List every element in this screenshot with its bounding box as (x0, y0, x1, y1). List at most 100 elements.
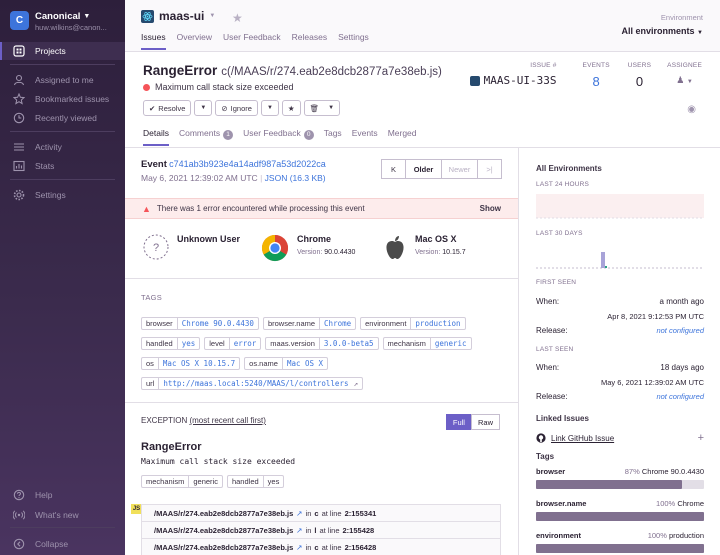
sidebar: C Canonical ▼ huw.wilkins@canon... Projec… (0, 0, 125, 555)
sidebar-item-label: What's new (35, 510, 79, 520)
sidebar-item-label: Activity (35, 142, 62, 152)
project-selector[interactable]: maas-ui ▼ (141, 9, 215, 23)
tab-merged[interactable]: Merged (388, 128, 417, 146)
resolve-button[interactable]: ✔ Resolve (143, 100, 192, 116)
tag-distribution-item[interactable]: browser 87% Chrome 90.0.4430 (536, 467, 704, 489)
stacktrace: /MAAS/r/274.eab2e8dcb2877a7e38eb.js ↗ in c a… (141, 504, 501, 555)
sidebar-item-recent[interactable]: Recently viewed (0, 109, 125, 127)
tab-events[interactable]: Events (352, 128, 378, 146)
tab-settings[interactable]: Settings (338, 32, 369, 50)
tag-percent: 100% (647, 531, 667, 540)
tag-row: handled yes level error maas.version 3.0.0-… (141, 337, 472, 350)
sidebar-item-help[interactable]: Help (0, 486, 125, 504)
tab-overview[interactable]: Overview (177, 32, 212, 50)
assignee-selector[interactable]: ASSIGNEE ♟ ▼ (661, 62, 708, 89)
last-30-days-graph (536, 252, 704, 269)
sidebar-item-assigned[interactable]: Assigned to me (0, 71, 125, 89)
sidebar-item-settings[interactable]: Settings (0, 186, 125, 204)
tag-os-name[interactable]: os.name Mac OS X (244, 357, 329, 370)
sidebar-item-label: Projects (35, 46, 66, 56)
sidebar-item-activity[interactable]: Activity (0, 138, 125, 156)
sidebar-item-stats[interactable]: Stats (0, 157, 125, 175)
sidebar-item-bookmarked[interactable]: Bookmarked issues (0, 90, 125, 108)
chevron-down-icon: ▼ (200, 105, 207, 111)
github-icon (536, 433, 546, 443)
issue-culprit: c(/MAAS/r/274.eab2e8dcb2877a7e38eb.js) (221, 66, 442, 78)
event-id-link[interactable]: c741ab3b923e4a14adf987a53d2022ca (169, 159, 326, 169)
sidebar-item-projects[interactable]: Projects (0, 42, 125, 60)
tag-distribution-item[interactable]: environment 100% production (536, 531, 704, 553)
sidebar-divider (10, 527, 115, 528)
last-24-hours-label: LAST 24 HOURS (536, 181, 590, 188)
tags-sidebar-heading: Tags (536, 452, 555, 461)
tag-key: environment (536, 531, 582, 540)
event-label: Event (141, 159, 167, 170)
raw-button[interactable]: Raw (470, 414, 500, 430)
section-divider (125, 278, 518, 279)
org-user: huw.wilkins@canon... (35, 23, 107, 32)
newest-button[interactable]: >| (477, 159, 502, 179)
tag-maas-version[interactable]: maas.version 3.0.0-beta5 (265, 337, 379, 350)
tag-bar-track (536, 480, 704, 489)
stack-frame[interactable]: /MAAS/r/274.eab2e8dcb2877a7e38eb.js ↗ in c a… (142, 539, 500, 555)
tab-issues[interactable]: Issues (141, 32, 166, 50)
tag-bar-fill (536, 480, 683, 489)
tab-user-feedback[interactable]: User Feedback 0 (243, 128, 314, 146)
tab-releases[interactable]: Releases (292, 32, 327, 50)
sidebar-item-label: Recently viewed (35, 113, 97, 123)
chevron-down-icon: ▼ (83, 13, 91, 20)
broadcast-icon (13, 510, 25, 520)
external-link-icon[interactable]: ↗ (296, 509, 302, 518)
oldest-button[interactable]: K (381, 159, 406, 179)
event-json-link[interactable]: JSON (16.3 KB) (265, 173, 326, 183)
show-errors-button[interactable]: Show (480, 204, 501, 213)
last-seen-when: When: 18 days ago (536, 363, 704, 372)
tag-key: browser.name (536, 499, 587, 508)
newer-button[interactable]: Newer (441, 159, 478, 179)
tag-distribution-item[interactable]: browser.name 100% Chrome (536, 499, 704, 521)
sidebar-item-whats-new[interactable]: What's new (0, 506, 125, 524)
tag-browser[interactable]: browser Chrome 90.0.4430 (141, 317, 259, 330)
stack-frame[interactable]: /MAAS/r/274.eab2e8dcb2877a7e38eb.js ↗ in l a… (142, 522, 500, 539)
tag-mechanism[interactable]: mechanism generic (382, 337, 472, 350)
issue-sidebar: All Environments LAST 24 HOURS LAST 30 D… (519, 148, 720, 555)
full-button[interactable]: Full (445, 414, 472, 430)
tag-os[interactable]: os Mac OS X 10.15.7 (141, 357, 241, 370)
issue-message-text: Maximum call stack size exceeded (155, 82, 294, 92)
tag-handled[interactable]: handled yes (141, 337, 201, 350)
tag-row: browser Chrome 90.0.4430 browser.name Chro… (141, 317, 466, 330)
link-github-issue[interactable]: Link GitHub Issue + (536, 432, 704, 444)
older-button[interactable]: Older (405, 159, 442, 179)
org-switcher[interactable]: C Canonical ▼ huw.wilkins@canon... (10, 11, 107, 32)
tag-browser-name[interactable]: browser.name Chrome (262, 317, 357, 330)
tag-environment[interactable]: environment production (360, 317, 466, 330)
ignore-dropdown-button[interactable]: ▼ (260, 100, 279, 116)
browser-version: 90.0.4430 (324, 249, 356, 256)
tag-level[interactable]: level error (204, 337, 262, 350)
delete-button[interactable]: 🗑 ▼ (303, 100, 341, 116)
section-divider (125, 402, 518, 403)
sidebar-collapse-button[interactable]: Collapse (0, 535, 125, 553)
eye-icon[interactable]: ◉ (687, 104, 696, 115)
exception-order-toggle[interactable]: (most recent call first) (189, 416, 265, 425)
environment-selector[interactable]: Environment All environments ▼ (622, 13, 703, 36)
ignore-button[interactable]: ⊘ Ignore (215, 100, 258, 116)
add-icon[interactable]: + (698, 432, 704, 444)
collapse-icon (13, 538, 25, 550)
tag-url[interactable]: url http://maas.local:5240/MAAS/l/control… (141, 377, 363, 390)
tab-details[interactable]: Details (143, 128, 169, 146)
external-link-icon[interactable]: ↗ (353, 379, 358, 388)
tab-comments[interactable]: Comments 1 (179, 128, 234, 146)
events-stat[interactable]: EVENTS 8 (577, 62, 616, 89)
tab-tags[interactable]: Tags (324, 128, 342, 146)
tab-user-feedback[interactable]: User Feedback (223, 32, 281, 50)
external-link-icon[interactable]: ↗ (296, 543, 302, 552)
stack-frame[interactable]: /MAAS/r/274.eab2e8dcb2877a7e38eb.js ↗ in c a… (142, 505, 500, 522)
context-user: ? Unknown User (143, 234, 240, 260)
bookmark-star-icon[interactable]: ★ (232, 11, 243, 25)
external-link-icon[interactable]: ↗ (296, 526, 302, 535)
bookmark-button[interactable]: ★ (281, 100, 301, 116)
ignore-icon: ⊘ (221, 103, 228, 113)
resolve-dropdown-button[interactable]: ▼ (194, 100, 213, 116)
warning-icon: ▲ (142, 203, 151, 214)
